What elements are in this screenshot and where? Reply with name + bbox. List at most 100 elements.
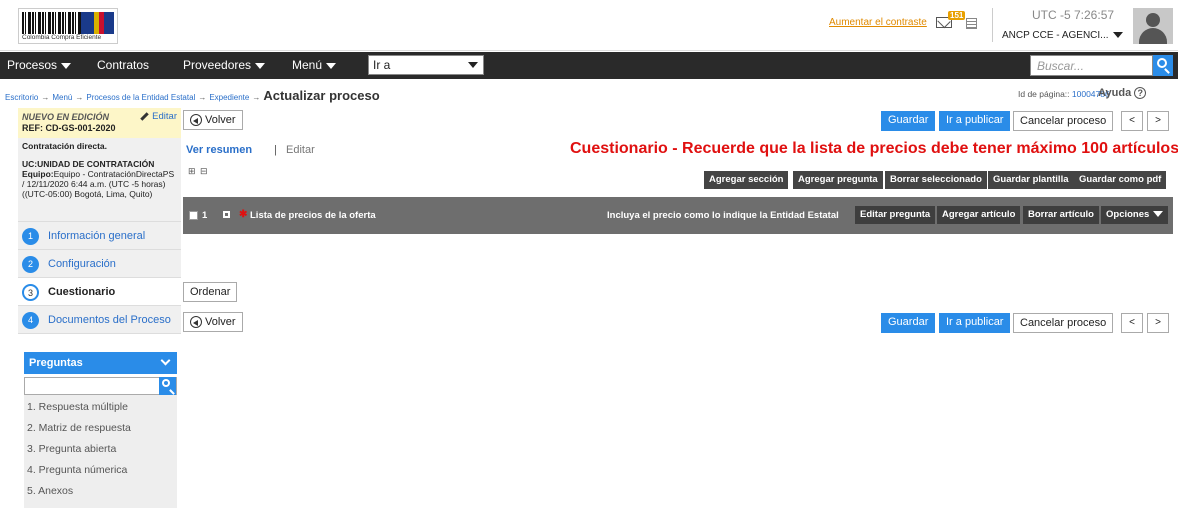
delete-selected-button[interactable]: Borrar seleccionado: [885, 171, 987, 189]
question-checkbox[interactable]: [189, 211, 198, 220]
publish-button[interactable]: Ir a publicar: [939, 111, 1011, 131]
step-label: Cuestionario: [48, 286, 116, 298]
save-button[interactable]: Guardar: [881, 111, 936, 131]
prev-button-bottom[interactable]: <: [1121, 313, 1143, 333]
collapse-all-icon[interactable]: ⊟: [200, 166, 208, 177]
step-label: Información general: [48, 230, 146, 242]
preguntas-list: 1. Respuesta múltiple 2. Matriz de respu…: [24, 395, 177, 508]
back-label: Volver: [205, 316, 236, 328]
breadcrumb-procesos[interactable]: Procesos de la Entidad Estatal: [86, 93, 195, 102]
step-cuestionario[interactable]: 3 Cuestionario: [18, 278, 181, 306]
order-button[interactable]: Ordenar: [183, 282, 238, 302]
breadcrumb-escritorio[interactable]: Escritorio: [5, 93, 38, 102]
edit-question-button[interactable]: Editar pregunta: [855, 206, 936, 224]
breadcrumb-expediente[interactable]: Expediente: [209, 93, 249, 102]
notes-icon[interactable]: [966, 18, 977, 29]
back-button[interactable]: Volver: [183, 110, 243, 130]
nav-procesos-label: Procesos: [7, 58, 58, 72]
nav-menu[interactable]: Menú: [292, 58, 337, 72]
next-button-bottom[interactable]: >: [1147, 313, 1169, 333]
preguntas-search-input[interactable]: [24, 377, 177, 395]
tab-editar[interactable]: Editar: [286, 144, 326, 156]
nav-menu-label: Menú: [292, 58, 323, 72]
save-pdf-button[interactable]: Guardar como pdf: [1074, 171, 1167, 189]
edit-link[interactable]: Editar: [140, 111, 177, 122]
process-info: Contratación directa. UC:UNIDAD DE CONTR…: [18, 138, 181, 222]
search-icon: [162, 379, 170, 387]
question-icon: ?: [1134, 87, 1147, 99]
breadcrumb-menu[interactable]: Menú: [52, 93, 72, 102]
chevron-down-icon: [1112, 32, 1123, 39]
cancel-process-button-bottom[interactable]: Cancelar proceso: [1013, 313, 1114, 333]
step-label: Configuración: [48, 258, 116, 270]
breadcrumb: Escritorio → Menú → Procesos de la Entidad E…: [5, 88, 380, 103]
question-row: 1 ✱ Lista de precios de la oferta Incluy…: [183, 197, 1173, 234]
back-arrow-icon: [190, 114, 202, 127]
options-button[interactable]: Opciones: [1101, 206, 1169, 224]
flag-graphic: [81, 12, 114, 34]
search-button[interactable]: [1153, 55, 1173, 76]
tab-ver-resumen[interactable]: Ver resumen: [186, 144, 252, 156]
search-icon: [1157, 58, 1167, 68]
uc-label: UC:: [22, 159, 38, 169]
chevron-down-icon: [1153, 211, 1164, 218]
help-link[interactable]: Ayuda ?: [1098, 87, 1147, 99]
preguntas-header[interactable]: Preguntas: [24, 352, 177, 374]
back-label: Volver: [205, 114, 236, 126]
page-id: Id de página:: 10004786: [1018, 89, 1110, 99]
account-selector[interactable]: ANCP CCE - AGENCI...: [1002, 30, 1123, 41]
breadcrumb-arrow: →: [41, 93, 50, 102]
pregunta-item[interactable]: 4. Pregunta númerica: [24, 462, 177, 483]
step-documentos[interactable]: 4 Documentos del Proceso: [18, 306, 181, 334]
search-input[interactable]: Buscar...: [1030, 55, 1153, 76]
preguntas-title: Preguntas: [29, 357, 83, 369]
nav-contratos[interactable]: Contratos: [97, 58, 149, 72]
contrast-link[interactable]: Aumentar el contraste: [829, 17, 927, 28]
cancel-process-button[interactable]: Cancelar proceso: [1013, 111, 1114, 131]
pregunta-item[interactable]: 1. Respuesta múltiple: [24, 399, 177, 420]
question-hint: Incluya el precio como lo indique la Ent…: [607, 210, 839, 221]
save-button-bottom[interactable]: Guardar: [881, 313, 936, 333]
pregunta-item[interactable]: 3. Pregunta abierta: [24, 441, 177, 462]
process-type: Contratación directa.: [22, 141, 108, 151]
preguntas-panel: Preguntas 1. Respuesta múltiple 2. Matri…: [24, 352, 177, 508]
step-number: 4: [22, 312, 39, 329]
status-ref: REF: CD-GS-001-2020: [22, 123, 116, 133]
publish-button-bottom[interactable]: Ir a publicar: [939, 313, 1011, 333]
preguntas-search-button[interactable]: [159, 377, 176, 395]
nav-proveedores[interactable]: Proveedores: [183, 58, 266, 72]
pregunta-item[interactable]: 5. Anexos: [24, 483, 177, 504]
status-box: NUEVO EN EDICIÓN REF: CD-GS-001-2020 Edi…: [18, 108, 181, 138]
header-divider: [992, 8, 993, 42]
page-id-label: Id de página::: [1018, 89, 1070, 99]
delete-article-button[interactable]: Borrar artículo: [1023, 206, 1099, 224]
save-template-button[interactable]: Guardar plantilla: [988, 171, 1074, 189]
pregunta-item[interactable]: 2. Matriz de respuesta: [24, 420, 177, 441]
step-configuracion[interactable]: 2 Configuración: [18, 250, 181, 278]
add-question-button[interactable]: Agregar pregunta: [793, 171, 883, 189]
step-number: 2: [22, 256, 39, 273]
next-button[interactable]: >: [1147, 111, 1169, 131]
nav-proveedores-label: Proveedores: [183, 58, 252, 72]
page-title: Actualizar proceso: [263, 88, 380, 103]
prev-button[interactable]: <: [1121, 111, 1143, 131]
mail-count-badge: 151: [948, 11, 966, 20]
expand-all-icon[interactable]: ⊞: [188, 166, 196, 177]
view-tabs: Ver resumen | Editar: [186, 144, 315, 156]
step-number: 1: [22, 228, 39, 245]
goto-select[interactable]: Ir a: [368, 55, 484, 75]
back-arrow-icon: [190, 316, 202, 329]
add-section-button[interactable]: Agregar sección: [704, 171, 789, 189]
question-toggle-icon[interactable]: [223, 211, 230, 218]
question-label: Lista de precios de la oferta: [250, 210, 376, 221]
avatar[interactable]: [1133, 8, 1173, 44]
chevron-down-icon: [468, 62, 478, 68]
colombia-compra-logo[interactable]: Colombia Compra Eficiente: [18, 8, 118, 44]
options-label: Opciones: [1106, 209, 1150, 220]
step-informacion-general[interactable]: 1 Información general: [18, 222, 181, 250]
main-nav: Procesos Contratos Proveedores Menú Ir a…: [0, 52, 1178, 79]
nav-procesos[interactable]: Procesos: [7, 58, 72, 72]
help-label: Ayuda: [1098, 87, 1132, 99]
add-article-button[interactable]: Agregar artículo: [937, 206, 1021, 224]
back-button-bottom[interactable]: Volver: [183, 312, 243, 332]
